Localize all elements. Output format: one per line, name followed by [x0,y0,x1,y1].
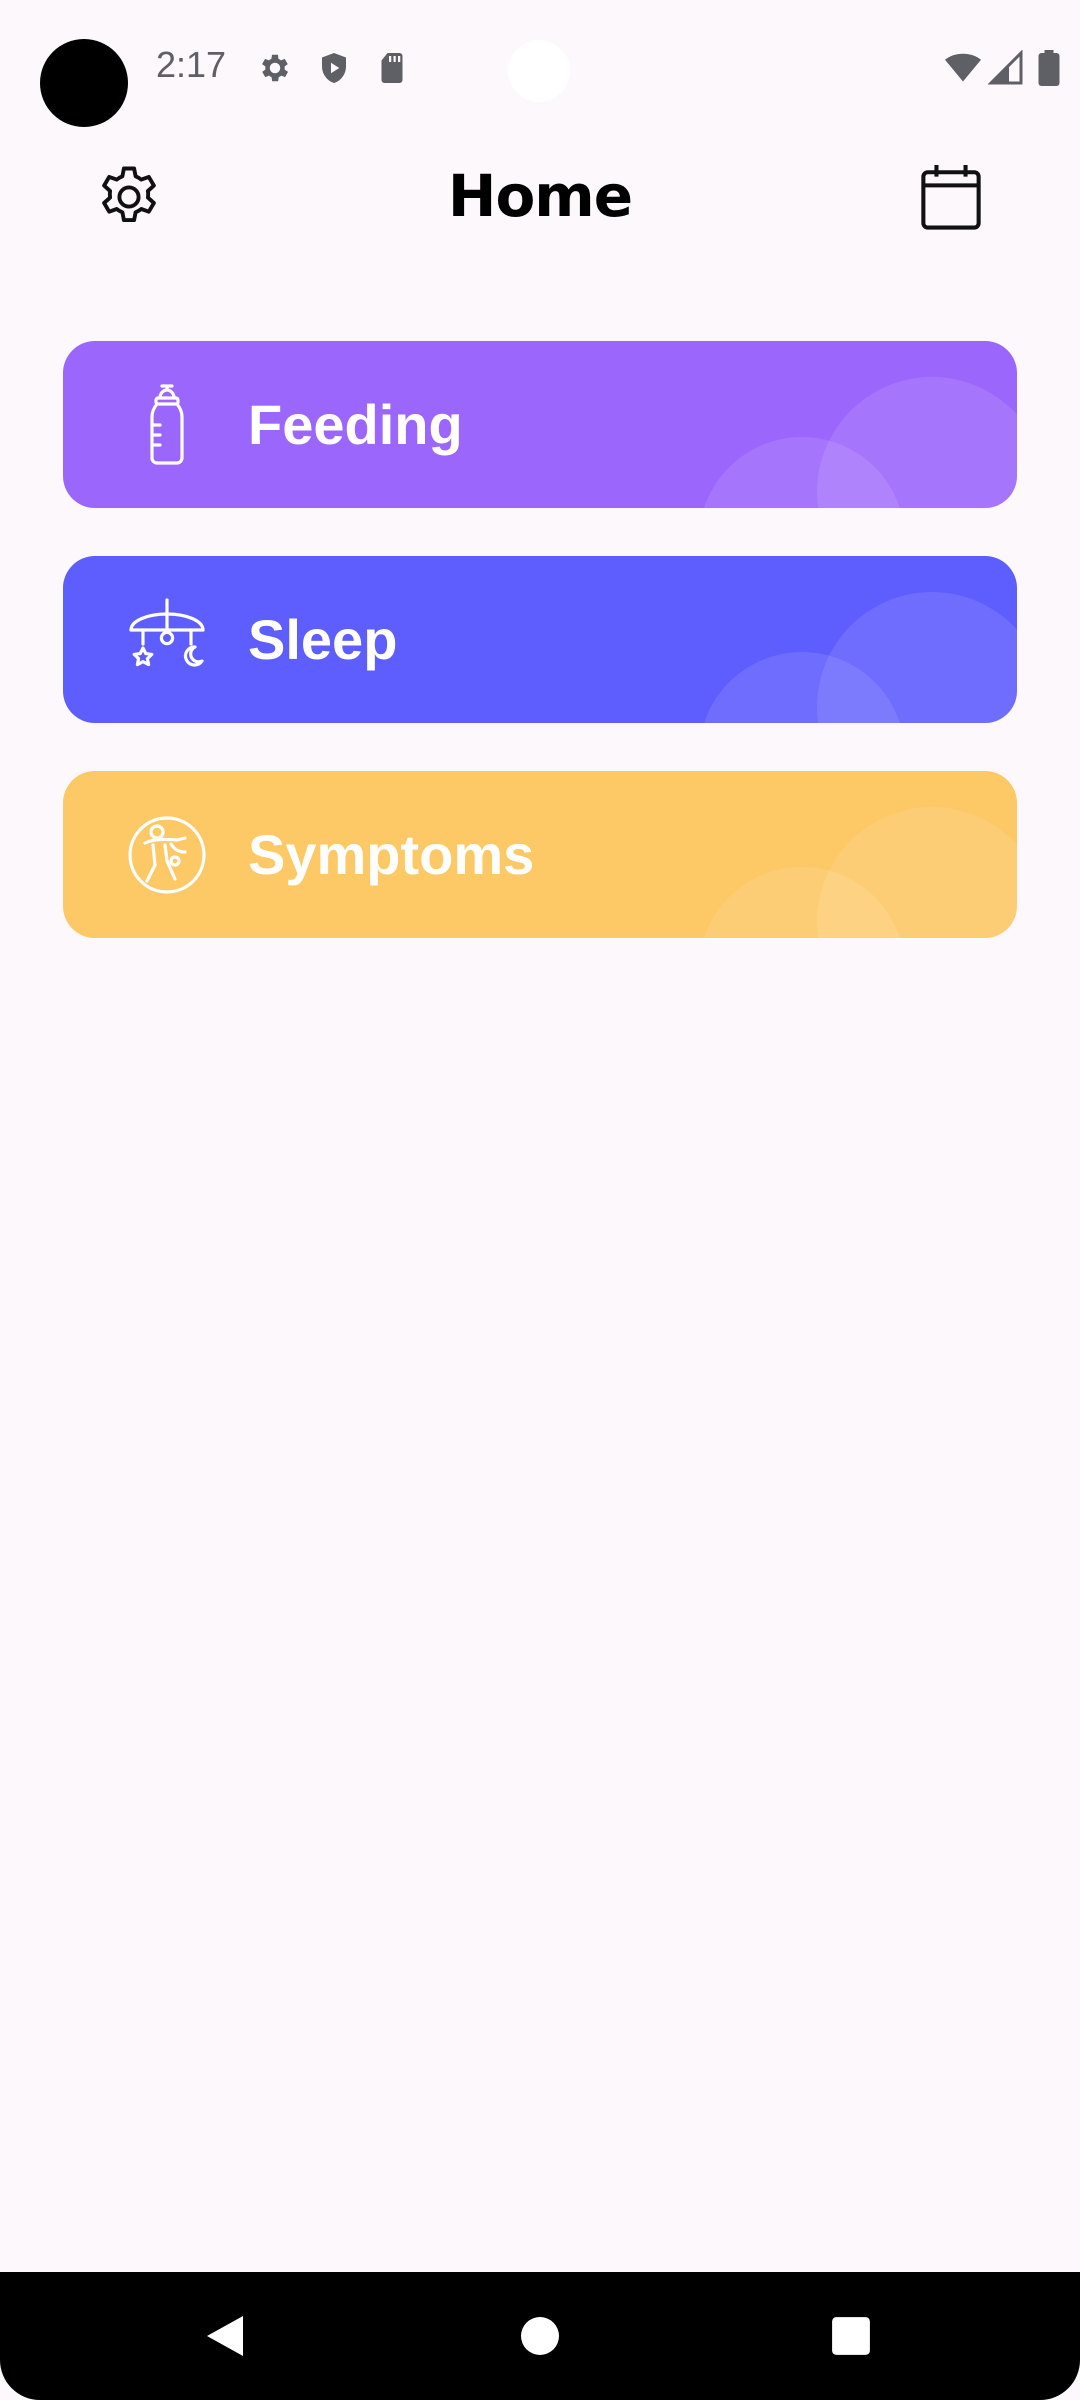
sleep-card[interactable]: Sleep [63,556,1017,723]
crib-mobile-icon [129,598,205,667]
wifi-icon [945,53,981,82]
calendar-button[interactable] [908,154,994,240]
sleep-label: Sleep [248,608,398,671]
signal-icon [988,50,1023,85]
home-icon [521,2317,559,2355]
settings-icon [262,54,289,82]
calendar-icon [921,165,981,230]
sd-card-icon [381,53,403,83]
symptoms-label: Symptoms [248,823,535,886]
baby-symptoms-icon [128,816,206,894]
battery-icon [1038,50,1060,86]
home-screen: 2:17 Home Feeding Sleep Symptoms [0,0,1080,2400]
back-button[interactable] [195,2306,255,2366]
recents-button[interactable] [821,2306,881,2366]
front-sensor [508,40,570,102]
recents-icon [832,2317,870,2355]
home-button[interactable] [510,2306,570,2366]
symptoms-card[interactable]: Symptoms [63,771,1017,938]
shield-play-icon [322,53,346,83]
feeding-card[interactable]: Feeding [63,341,1017,508]
status-time: 2:17 [156,44,227,85]
system-nav-bar [0,2272,1080,2400]
status-bar: 2:17 [0,0,1080,130]
feeding-label: Feeding [248,393,463,456]
camera-cutout [40,39,128,127]
baby-bottle-icon [150,384,184,465]
app-bar: Home [0,140,1080,260]
back-icon [207,2316,243,2356]
